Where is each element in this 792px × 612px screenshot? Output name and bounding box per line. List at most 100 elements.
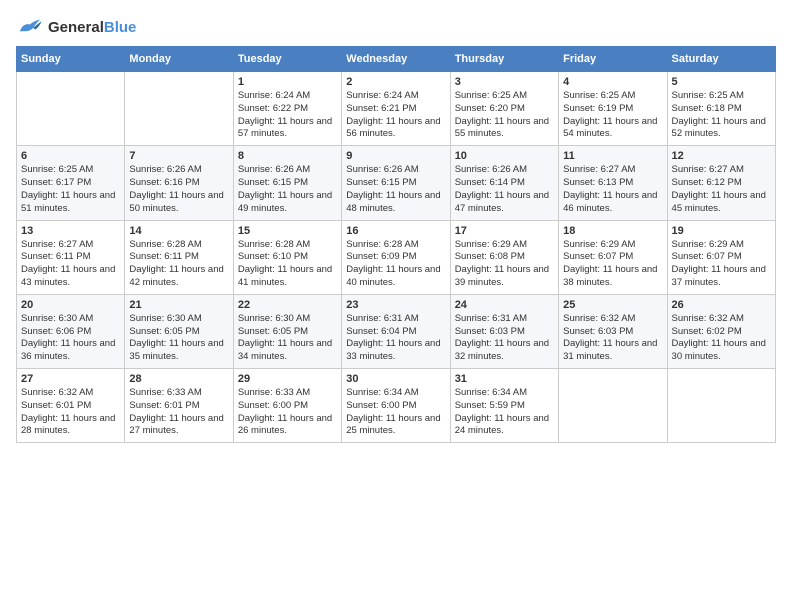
weekday-header-thursday: Thursday (450, 47, 558, 72)
day-cell-27: 27 Sunrise: 6:32 AM Sunset: 6:01 PM Dayli… (17, 369, 125, 443)
day-info: Sunrise: 6:29 AM Sunset: 6:07 PM Dayligh… (672, 239, 771, 290)
day-info: Sunrise: 6:24 AM Sunset: 6:21 PM Dayligh… (346, 90, 445, 141)
day-info: Sunrise: 6:31 AM Sunset: 6:03 PM Dayligh… (455, 313, 554, 364)
day-number: 23 (346, 299, 445, 311)
day-cell-19: 19 Sunrise: 6:29 AM Sunset: 6:07 PM Dayli… (667, 220, 775, 294)
day-cell-23: 23 Sunrise: 6:31 AM Sunset: 6:04 PM Dayli… (342, 294, 450, 368)
header: GeneralBlue (16, 16, 776, 38)
weekday-header-friday: Friday (559, 47, 667, 72)
day-number: 4 (563, 76, 662, 88)
day-info: Sunrise: 6:25 AM Sunset: 6:19 PM Dayligh… (563, 90, 662, 141)
day-number: 8 (238, 150, 337, 162)
day-cell-12: 12 Sunrise: 6:27 AM Sunset: 6:12 PM Dayli… (667, 146, 775, 220)
week-row-3: 13 Sunrise: 6:27 AM Sunset: 6:11 PM Dayli… (17, 220, 776, 294)
day-info: Sunrise: 6:34 AM Sunset: 6:00 PM Dayligh… (346, 387, 445, 438)
day-info: Sunrise: 6:29 AM Sunset: 6:07 PM Dayligh… (563, 239, 662, 290)
day-number: 31 (455, 373, 554, 385)
day-number: 2 (346, 76, 445, 88)
logo-bird-icon (16, 16, 44, 38)
day-cell-18: 18 Sunrise: 6:29 AM Sunset: 6:07 PM Dayli… (559, 220, 667, 294)
day-info: Sunrise: 6:31 AM Sunset: 6:04 PM Dayligh… (346, 313, 445, 364)
day-info: Sunrise: 6:25 AM Sunset: 6:17 PM Dayligh… (21, 164, 120, 215)
day-cell-1: 1 Sunrise: 6:24 AM Sunset: 6:22 PM Daylig… (233, 72, 341, 146)
day-cell-28: 28Sunrise: 6:33 AM Sunset: 6:01 PM Dayli… (125, 369, 233, 443)
day-cell-9: 9 Sunrise: 6:26 AM Sunset: 6:15 PM Daylig… (342, 146, 450, 220)
day-number: 11 (563, 150, 662, 162)
day-info: Sunrise: 6:29 AM Sunset: 6:08 PM Dayligh… (455, 239, 554, 290)
day-info: Sunrise: 6:33 AM Sunset: 6:00 PM Dayligh… (238, 387, 337, 438)
day-cell-6: 6 Sunrise: 6:25 AM Sunset: 6:17 PM Daylig… (17, 146, 125, 220)
calendar-table: SundayMondayTuesdayWednesdayThursdayFrid… (16, 46, 776, 443)
day-info: Sunrise: 6:32 AM Sunset: 6:02 PM Dayligh… (672, 313, 771, 364)
day-cell-25: 25 Sunrise: 6:32 AM Sunset: 6:03 PM Dayli… (559, 294, 667, 368)
empty-cell (667, 369, 775, 443)
day-info: Sunrise: 6:28 AM Sunset: 6:10 PM Dayligh… (238, 239, 337, 290)
day-info: Sunrise: 6:26 AM Sunset: 6:14 PM Dayligh… (455, 164, 554, 215)
day-number: 14 (129, 225, 228, 237)
day-info: Sunrise: 6:27 AM Sunset: 6:12 PM Dayligh… (672, 164, 771, 215)
day-cell-3: 3Sunrise: 6:25 AM Sunset: 6:20 PM Daylig… (450, 72, 558, 146)
day-number: 15 (238, 225, 337, 237)
day-info: Sunrise: 6:30 AM Sunset: 6:05 PM Dayligh… (238, 313, 337, 364)
day-cell-8: 8Sunrise: 6:26 AM Sunset: 6:15 PM Daylig… (233, 146, 341, 220)
day-info: Sunrise: 6:30 AM Sunset: 6:06 PM Dayligh… (21, 313, 120, 364)
day-number: 3 (455, 76, 554, 88)
day-cell-2: 2 Sunrise: 6:24 AM Sunset: 6:21 PM Daylig… (342, 72, 450, 146)
day-cell-21: 21 Sunrise: 6:30 AM Sunset: 6:05 PM Dayli… (125, 294, 233, 368)
day-cell-5: 5 Sunrise: 6:25 AM Sunset: 6:18 PM Daylig… (667, 72, 775, 146)
day-info: Sunrise: 6:32 AM Sunset: 6:03 PM Dayligh… (563, 313, 662, 364)
day-cell-10: 10 Sunrise: 6:26 AM Sunset: 6:14 PM Dayli… (450, 146, 558, 220)
day-info: Sunrise: 6:27 AM Sunset: 6:13 PM Dayligh… (563, 164, 662, 215)
weekday-header-saturday: Saturday (667, 47, 775, 72)
week-row-1: 1 Sunrise: 6:24 AM Sunset: 6:22 PM Daylig… (17, 72, 776, 146)
day-info: Sunrise: 6:24 AM Sunset: 6:22 PM Dayligh… (238, 90, 337, 141)
day-info: Sunrise: 6:26 AM Sunset: 6:16 PM Dayligh… (129, 164, 228, 215)
day-number: 16 (346, 225, 445, 237)
day-number: 19 (672, 225, 771, 237)
weekday-header-tuesday: Tuesday (233, 47, 341, 72)
weekday-header-sunday: Sunday (17, 47, 125, 72)
logo-text: GeneralBlue (48, 19, 136, 36)
day-info: Sunrise: 6:25 AM Sunset: 6:18 PM Dayligh… (672, 90, 771, 141)
day-number: 17 (455, 225, 554, 237)
week-row-2: 6 Sunrise: 6:25 AM Sunset: 6:17 PM Daylig… (17, 146, 776, 220)
day-cell-4: 4 Sunrise: 6:25 AM Sunset: 6:19 PM Daylig… (559, 72, 667, 146)
weekday-header-wednesday: Wednesday (342, 47, 450, 72)
day-number: 22 (238, 299, 337, 311)
day-info: Sunrise: 6:27 AM Sunset: 6:11 PM Dayligh… (21, 239, 120, 290)
logo: GeneralBlue (16, 16, 136, 38)
day-info: Sunrise: 6:32 AM Sunset: 6:01 PM Dayligh… (21, 387, 120, 438)
day-cell-11: 11 Sunrise: 6:27 AM Sunset: 6:13 PM Dayli… (559, 146, 667, 220)
day-cell-7: 7Sunrise: 6:26 AM Sunset: 6:16 PM Daylig… (125, 146, 233, 220)
day-cell-26: 26 Sunrise: 6:32 AM Sunset: 6:02 PM Dayli… (667, 294, 775, 368)
day-cell-24: 24 Sunrise: 6:31 AM Sunset: 6:03 PM Dayli… (450, 294, 558, 368)
day-cell-30: 30Sunrise: 6:34 AM Sunset: 6:00 PM Dayli… (342, 369, 450, 443)
empty-cell (17, 72, 125, 146)
week-row-5: 27 Sunrise: 6:32 AM Sunset: 6:01 PM Dayli… (17, 369, 776, 443)
day-number: 18 (563, 225, 662, 237)
day-info: Sunrise: 6:33 AM Sunset: 6:01 PM Dayligh… (129, 387, 228, 438)
day-number: 5 (672, 76, 771, 88)
empty-cell (125, 72, 233, 146)
day-number: 9 (346, 150, 445, 162)
day-info: Sunrise: 6:28 AM Sunset: 6:11 PM Dayligh… (129, 239, 228, 290)
day-info: Sunrise: 6:26 AM Sunset: 6:15 PM Dayligh… (346, 164, 445, 215)
day-number: 25 (563, 299, 662, 311)
day-number: 29 (238, 373, 337, 385)
day-number: 12 (672, 150, 771, 162)
day-cell-20: 20Sunrise: 6:30 AM Sunset: 6:06 PM Dayli… (17, 294, 125, 368)
day-number: 13 (21, 225, 120, 237)
day-number: 21 (129, 299, 228, 311)
day-cell-22: 22 Sunrise: 6:30 AM Sunset: 6:05 PM Dayli… (233, 294, 341, 368)
day-number: 26 (672, 299, 771, 311)
day-info: Sunrise: 6:30 AM Sunset: 6:05 PM Dayligh… (129, 313, 228, 364)
day-cell-15: 15 Sunrise: 6:28 AM Sunset: 6:10 PM Dayli… (233, 220, 341, 294)
day-info: Sunrise: 6:34 AM Sunset: 5:59 PM Dayligh… (455, 387, 554, 438)
day-number: 6 (21, 150, 120, 162)
day-number: 1 (238, 76, 337, 88)
day-cell-13: 13 Sunrise: 6:27 AM Sunset: 6:11 PM Dayli… (17, 220, 125, 294)
day-number: 24 (455, 299, 554, 311)
day-cell-29: 29 Sunrise: 6:33 AM Sunset: 6:00 PM Dayli… (233, 369, 341, 443)
day-number: 10 (455, 150, 554, 162)
day-number: 27 (21, 373, 120, 385)
